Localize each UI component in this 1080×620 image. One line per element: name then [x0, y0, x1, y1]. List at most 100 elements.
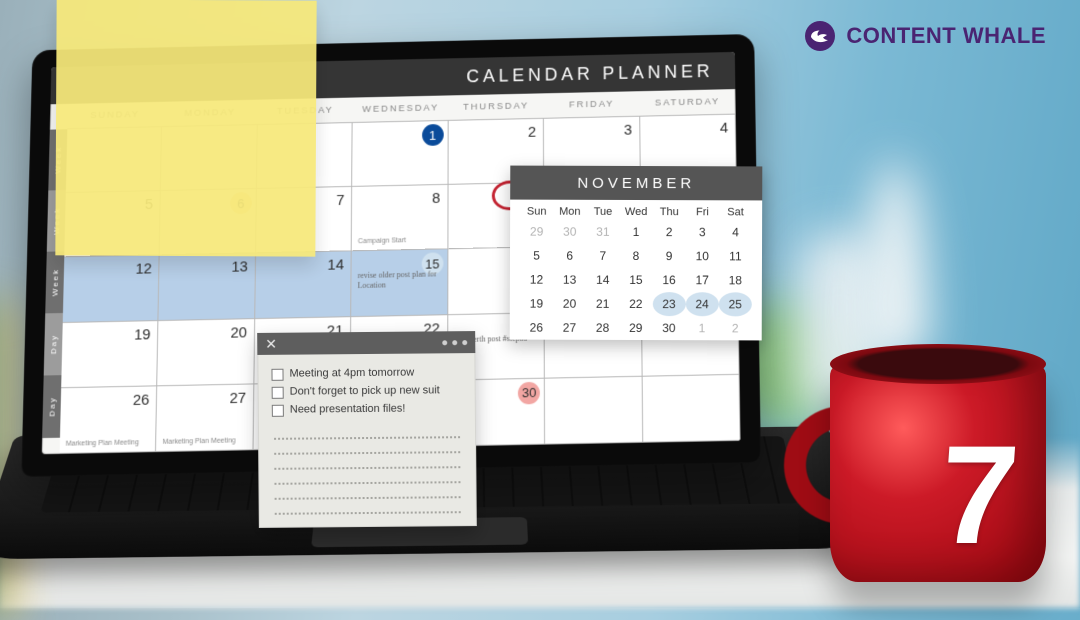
mini-calendar-day[interactable]: 20: [553, 292, 586, 316]
planner-date-number: 8: [432, 190, 440, 207]
planner-date-number: 7: [336, 192, 344, 209]
window-dots-icon: [442, 340, 467, 345]
mini-calendar-row: 12131415161718: [510, 268, 762, 293]
mini-calendar-day[interactable]: 1: [619, 220, 652, 244]
checklist-item[interactable]: Don't forget to pick up new suit: [272, 381, 462, 401]
mini-calendar-day[interactable]: 30: [553, 220, 586, 244]
date-marker-icon: 30: [518, 382, 540, 405]
mini-calendar-day[interactable]: 10: [686, 244, 719, 268]
mini-calendar-day[interactable]: 26: [520, 316, 553, 340]
mini-day-header: Tue: [586, 206, 619, 218]
coffee-mug: 7: [830, 344, 1046, 582]
mini-day-header: Mon: [553, 206, 586, 218]
mini-calendar-day[interactable]: 30: [652, 316, 685, 340]
planner-cell[interactable]: [642, 375, 740, 443]
planner-date-number: 3: [624, 122, 632, 139]
mini-day-header: Wed: [620, 206, 653, 218]
mini-calendar-day[interactable]: 24: [685, 292, 718, 316]
mini-calendar-day[interactable]: 29: [520, 220, 553, 244]
planner-handwriting: revise older post plan for Location: [358, 270, 442, 290]
mini-calendar-day[interactable]: 15: [619, 268, 652, 292]
mini-calendar-day[interactable]: 28: [586, 316, 619, 340]
mini-calendar-day[interactable]: 29: [619, 316, 652, 340]
mini-day-header: Sun: [520, 206, 553, 218]
planner-side-tab[interactable]: Week: [45, 251, 64, 313]
planner-cell-note: Marketing Plan Meeting: [162, 437, 248, 447]
checklist-item[interactable]: Meeting at 4pm tomorrow: [271, 363, 461, 383]
mini-calendar-day[interactable]: 21: [586, 292, 619, 316]
planner-cell[interactable]: 27 Marketing Plan Meeting: [156, 384, 254, 452]
mini-calendar-day[interactable]: 16: [652, 268, 685, 292]
mini-calendar-day[interactable]: 23: [652, 292, 685, 316]
close-icon[interactable]: ✕: [265, 337, 277, 351]
mini-day-header: Thu: [653, 206, 686, 218]
mini-calendar-day[interactable]: 31: [586, 220, 619, 244]
planner-day-header: THURSDAY: [448, 93, 544, 121]
mini-calendar-day[interactable]: 1: [685, 316, 718, 340]
mini-calendar-popup[interactable]: NOVEMBER SunMonTueWedThuFriSat 293031123…: [510, 166, 763, 341]
checklist-titlebar[interactable]: ✕: [257, 331, 475, 355]
planner-day-header: SATURDAY: [640, 89, 736, 117]
checklist-item[interactable]: Need presentation files!: [272, 399, 462, 419]
planner-date-number: 12: [135, 261, 152, 278]
planner-cell[interactable]: 15revise older post plan for Location: [351, 250, 448, 317]
mini-day-header: Sat: [719, 206, 752, 218]
planner-cell[interactable]: 14: [255, 252, 352, 319]
mini-calendar-day[interactable]: 18: [719, 268, 752, 292]
mini-calendar-day[interactable]: 14: [586, 268, 619, 292]
planner-cell[interactable]: 26Marketing Plan Meeting: [60, 386, 158, 454]
mini-calendar-day[interactable]: 27: [553, 316, 586, 340]
mini-calendar-day[interactable]: 6: [553, 244, 586, 268]
planner-cell[interactable]: [545, 377, 643, 445]
planner-cell[interactable]: 19: [61, 321, 159, 388]
mini-calendar-day[interactable]: 8: [619, 244, 652, 268]
background-cone: [860, 160, 930, 360]
mini-calendar-day[interactable]: 2: [653, 220, 686, 244]
planner-cell-note: Marketing Plan Meeting: [66, 439, 152, 449]
whale-icon: [804, 20, 836, 52]
mini-calendar-row: 262728293012: [510, 316, 762, 341]
mini-calendar-day[interactable]: 7: [586, 244, 619, 268]
planner-cell[interactable]: 8 Campaign Start: [352, 185, 448, 252]
planner-cell[interactable]: 20: [158, 319, 255, 386]
planner-date-number: 4: [720, 120, 728, 137]
mini-calendar-day[interactable]: 12: [520, 268, 553, 292]
planner-side-tab[interactable]: Day: [44, 313, 63, 375]
mini-calendar-row: 19202122232425: [510, 292, 762, 317]
brand-text: CONTENT WHALE: [846, 23, 1046, 49]
mini-calendar-day[interactable]: 5: [520, 244, 553, 268]
mini-calendar-day[interactable]: 4: [719, 220, 752, 244]
mini-calendar-day[interactable]: 3: [686, 220, 719, 244]
planner-cell[interactable]: 1: [352, 121, 448, 187]
planner-day-header: FRIDAY: [544, 91, 640, 119]
mini-calendar-row: 2930311234: [510, 220, 762, 245]
mini-calendar-day[interactable]: 13: [553, 268, 586, 292]
mini-calendar-day[interactable]: 9: [653, 244, 686, 268]
mini-calendar-day[interactable]: 11: [719, 244, 752, 268]
checklist-items[interactable]: Meeting at 4pm tomorrowDon't forget to p…: [271, 363, 461, 419]
mini-calendar-day[interactable]: 2: [719, 316, 752, 340]
planner-cell-note: Campaign Start: [358, 237, 443, 247]
mini-calendar-day[interactable]: 19: [520, 292, 553, 316]
sticky-note[interactable]: [55, 0, 316, 257]
brand-text-right: WHALE: [963, 23, 1046, 48]
planner-date-number: 13: [231, 259, 248, 276]
planner-cell[interactable]: 12: [63, 256, 160, 323]
planner-date-number: 27: [229, 389, 246, 406]
planner-side-tab[interactable]: Day: [42, 375, 61, 438]
checklist-window[interactable]: ✕ Meeting at 4pm tomorrowDon't forget to…: [257, 331, 477, 528]
mini-calendar-day[interactable]: 25: [719, 292, 752, 316]
mini-calendar-grid[interactable]: 2930311234567891011121314151617181920212…: [510, 220, 762, 341]
mug-rim: [830, 344, 1046, 384]
planner-cell[interactable]: 13: [159, 254, 256, 321]
planner-date-number: 2: [528, 124, 536, 141]
checklist-blank-lines: [274, 423, 461, 515]
mini-calendar-day[interactable]: 22: [619, 292, 652, 316]
mini-calendar-day-headers: SunMonTueWedThuFriSat: [510, 200, 762, 221]
mini-calendar-month: NOVEMBER: [510, 166, 762, 201]
mini-calendar-day[interactable]: 17: [686, 268, 719, 292]
planner-date-number: 14: [327, 257, 344, 274]
mini-day-header: Fri: [686, 206, 719, 218]
planner-date-number: 19: [134, 326, 151, 343]
mug-number: 7: [934, 414, 1023, 576]
